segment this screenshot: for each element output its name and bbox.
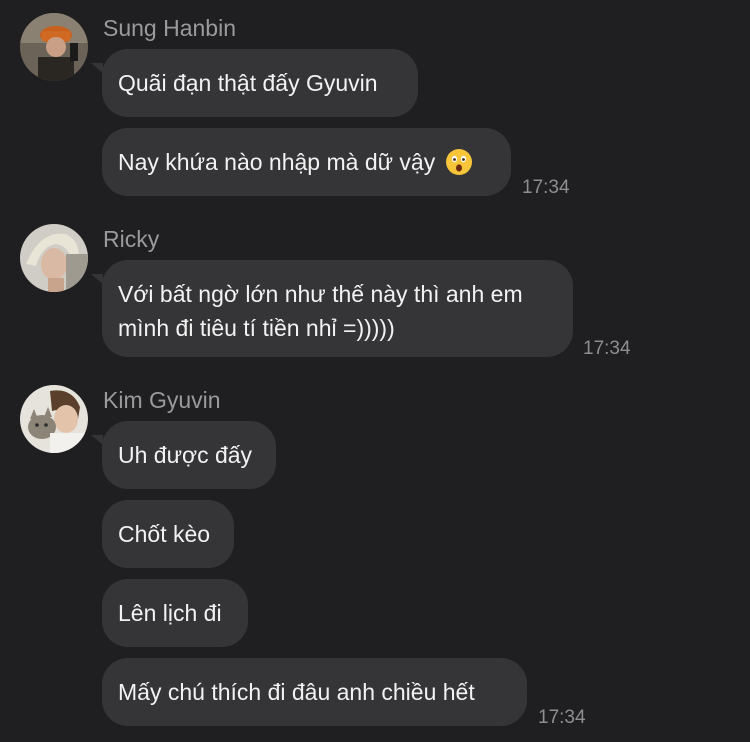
profile-photo-kim-gyuvin <box>20 385 88 453</box>
message-bubble[interactable]: Nay khứa nào nhập mà dữ vậy <box>102 128 511 196</box>
message-bubble[interactable]: Lên lịch đi <box>102 579 248 647</box>
message-text: Mấy chú thích đi đâu anh chiều hết <box>118 679 475 705</box>
message-text: Uh được đấy <box>118 442 253 468</box>
avatar-kim-gyuvin[interactable] <box>20 385 88 453</box>
message-text: Chốt kèo <box>118 521 211 547</box>
message-text: Quãi đạn thật đấy Gyuvin <box>118 70 378 96</box>
sender-name: Kim Gyuvin <box>103 387 221 413</box>
profile-photo-ricky <box>20 224 88 292</box>
message-text-line: Với bất ngờ lớn như thế này thì anh em <box>118 281 523 307</box>
sender-name: Sung Hanbin <box>103 15 236 41</box>
profile-photo-sung-hanbin <box>20 13 88 81</box>
message-bubble[interactable]: Uh được đấy <box>102 421 276 489</box>
message-timestamp: 17:34 <box>522 177 570 198</box>
message-text: Lên lịch đi <box>118 600 222 626</box>
message-bubble[interactable]: Chốt kèo <box>102 500 234 568</box>
avatar-sung-hanbin[interactable] <box>20 13 88 81</box>
avatar-ricky[interactable] <box>20 224 88 292</box>
message-text-line: mình đi tiêu tí tiền nhỉ =))))) <box>118 315 395 341</box>
message-bubble[interactable]: Với bất ngờ lớn như thế này thì anh em m… <box>102 260 573 357</box>
astonished-face-icon <box>446 149 473 175</box>
message-text: Nay khứa nào nhập mà dữ vậy <box>118 149 436 175</box>
sender-name: Ricky <box>103 226 160 252</box>
message-timestamp: 17:34 <box>538 707 586 728</box>
message-bubble[interactable]: Mấy chú thích đi đâu anh chiều hết <box>102 658 527 726</box>
message-bubble[interactable]: Quãi đạn thật đấy Gyuvin <box>102 49 418 117</box>
message-timestamp: 17:34 <box>583 338 631 359</box>
